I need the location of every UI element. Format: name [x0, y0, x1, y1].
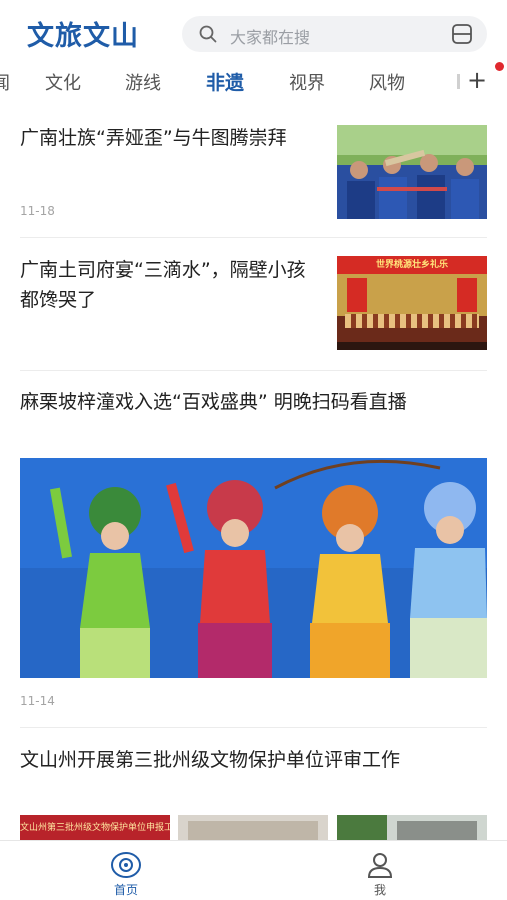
tab-news[interactable]: 闻: [0, 69, 10, 95]
tab-local-products[interactable]: 风物: [369, 69, 405, 95]
search-placeholder: 大家都在搜: [230, 28, 311, 47]
news-thumbnail: [337, 815, 487, 840]
divider: [20, 237, 487, 238]
news-date: 11-14: [20, 694, 55, 708]
report-banner-text: 文山州第三批州级文物保护单位申报工作: [20, 823, 170, 833]
tab-culture[interactable]: 文化: [45, 69, 81, 95]
tab-more-button[interactable]: +: [455, 66, 495, 96]
news-title: 麻栗坡梓潼戏入选“百戏盛典” 明晚扫码看直播: [20, 391, 407, 413]
news-date: 11-18: [20, 204, 55, 218]
tab-vision[interactable]: 视界: [289, 69, 325, 95]
nav-profile-label: 我: [373, 883, 386, 897]
category-tabs: 闻 文化 游线 非遗 视界 风物 +: [0, 66, 507, 102]
nav-profile[interactable]: 我: [320, 841, 440, 900]
profile-icon: [367, 853, 393, 878]
search-icon: [199, 25, 217, 43]
news-thumbnail: 世界桃源壮乡礼乐: [337, 256, 487, 350]
news-thumbnail: [178, 815, 328, 840]
news-title: 广南土司府宴“三滴水”，隔壁小孩都馋哭了: [20, 259, 306, 311]
news-title: 文山州开展第三批州级文物保护单位评审工作: [20, 749, 401, 771]
bottom-nav: 首页 我: [0, 840, 507, 900]
tab-overflow-indicator: [457, 74, 460, 89]
home-icon: [111, 852, 141, 878]
nav-home-label: 首页: [113, 883, 138, 897]
tab-intangible-heritage[interactable]: 非遗: [206, 68, 244, 95]
news-thumbnail: [337, 125, 487, 219]
plus-icon: +: [467, 66, 488, 94]
stage-banner-text: 世界桃源壮乡礼乐: [337, 256, 487, 274]
app-header: 文旅文山 大家都在搜: [0, 0, 507, 66]
divider: [20, 727, 487, 728]
tab-tour-routes[interactable]: 游线: [125, 69, 161, 95]
news-large-image: [20, 458, 487, 678]
app-logo[interactable]: 文旅文山: [27, 14, 139, 53]
notification-dot: [495, 62, 504, 71]
search-bar[interactable]: 大家都在搜: [182, 16, 487, 52]
scan-icon[interactable]: [451, 24, 473, 44]
divider: [20, 370, 487, 371]
news-thumbnail: 文山州第三批州级文物保护单位申报工作: [20, 815, 170, 840]
news-title: 广南壮族“弄娅歪”与牛图腾崇拜: [20, 127, 287, 149]
nav-home[interactable]: 首页: [66, 841, 186, 900]
